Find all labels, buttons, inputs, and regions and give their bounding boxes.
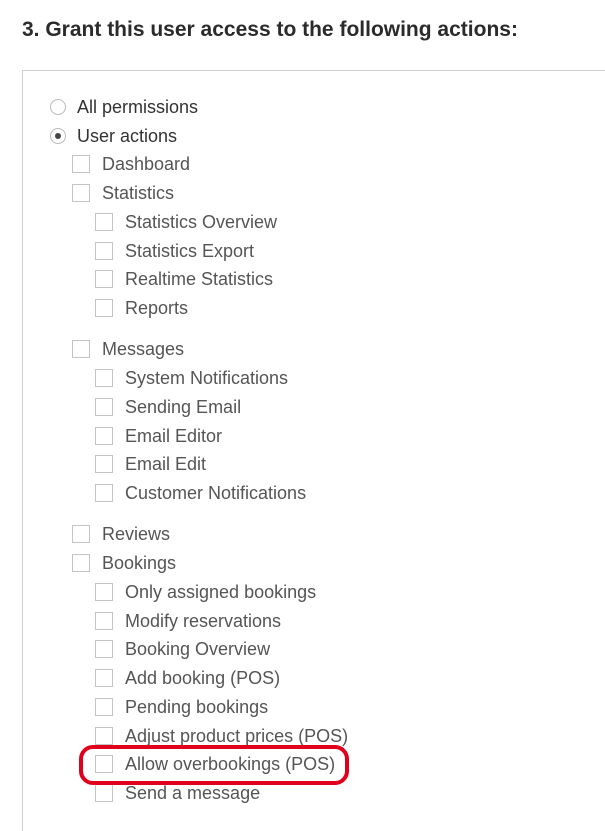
permission-label: Adjust product prices (POS) <box>125 725 349 746</box>
checkbox[interactable] <box>95 427 113 445</box>
permission-send-a-message[interactable]: Send a message <box>95 781 260 805</box>
permission-label: Sending Email <box>125 396 242 417</box>
permission-label: Send a message <box>125 782 261 803</box>
permission-statistics[interactable]: Statistics <box>72 181 174 205</box>
permission-label: Statistics Overview <box>125 211 278 232</box>
permission-pending-bookings[interactable]: Pending bookings <box>95 695 268 719</box>
permission-label: Dashboard <box>102 153 191 174</box>
checkbox[interactable] <box>95 698 113 716</box>
checkbox[interactable] <box>72 554 90 572</box>
checkbox[interactable] <box>72 155 90 173</box>
checkbox[interactable] <box>95 755 113 773</box>
checkbox[interactable] <box>95 612 113 630</box>
radio-label: User actions <box>77 125 178 146</box>
permission-label: Add booking (POS) <box>125 667 281 688</box>
checkbox[interactable] <box>72 184 90 202</box>
permission-reports[interactable]: Reports <box>95 296 188 320</box>
checkbox[interactable] <box>95 398 113 416</box>
permission-messages[interactable]: Messages <box>72 337 184 361</box>
permission-sending-email[interactable]: Sending Email <box>95 395 241 419</box>
checkbox[interactable] <box>95 484 113 502</box>
permission-label: Messages <box>102 338 185 359</box>
permission-bookings[interactable]: Bookings <box>72 551 176 575</box>
radio-button-icon[interactable] <box>50 99 66 115</box>
section-heading: 3. Grant this user access to the followi… <box>22 18 518 41</box>
permission-customer-notifications[interactable]: Customer Notifications <box>95 481 306 505</box>
checkbox[interactable] <box>95 369 113 387</box>
radio-all-permissions[interactable]: All permissions <box>50 95 198 119</box>
radio-dot <box>55 133 61 139</box>
permission-email-editor[interactable]: Email Editor <box>95 424 222 448</box>
permission-label: Pending bookings <box>125 696 269 717</box>
permission-email-edit[interactable]: Email Edit <box>95 452 206 476</box>
radio-label: All permissions <box>77 96 199 117</box>
permission-only-assigned-bookings[interactable]: Only assigned bookings <box>95 580 316 604</box>
permission-modify-reservations[interactable]: Modify reservations <box>95 609 281 633</box>
checkbox[interactable] <box>95 727 113 745</box>
permission-label: Customer Notifications <box>125 482 307 503</box>
permission-label: Statistics <box>102 182 175 203</box>
permission-booking-overview[interactable]: Booking Overview <box>95 637 270 661</box>
checkbox[interactable] <box>95 299 113 317</box>
checkbox[interactable] <box>95 213 113 231</box>
permission-label: Email Edit <box>125 453 207 474</box>
permission-label: Realtime Statistics <box>125 268 274 289</box>
permission-label: Only assigned bookings <box>125 581 317 602</box>
permission-dashboard[interactable]: Dashboard <box>72 152 190 176</box>
checkbox[interactable] <box>95 583 113 601</box>
permission-system-notifications[interactable]: System Notifications <box>95 366 288 390</box>
permission-label: Email Editor <box>125 425 223 446</box>
checkbox[interactable] <box>95 455 113 473</box>
permission-label: Allow overbookings (POS) <box>125 753 336 774</box>
checkbox[interactable] <box>95 640 113 658</box>
checkbox[interactable] <box>72 525 90 543</box>
permission-allow-overbookings-pos[interactable]: Allow overbookings (POS) <box>95 752 335 776</box>
radio-button-selected-icon[interactable] <box>50 128 66 144</box>
permission-reviews[interactable]: Reviews <box>72 522 170 546</box>
checkbox[interactable] <box>95 784 113 802</box>
permission-label: System Notifications <box>125 367 289 388</box>
permission-label: Reports <box>125 297 189 318</box>
permission-statistics-overview[interactable]: Statistics Overview <box>95 210 277 234</box>
permission-add-booking-pos[interactable]: Add booking (POS) <box>95 666 280 690</box>
radio-user-actions[interactable]: User actions <box>50 124 177 148</box>
checkbox[interactable] <box>95 242 113 260</box>
permission-statistics-export[interactable]: Statistics Export <box>95 239 254 263</box>
checkbox[interactable] <box>95 669 113 687</box>
permission-realtime-statistics[interactable]: Realtime Statistics <box>95 267 273 291</box>
permission-label: Modify reservations <box>125 610 282 631</box>
permission-label: Reviews <box>102 523 171 544</box>
permission-label: Booking Overview <box>125 638 271 659</box>
permission-adjust-product-prices-pos[interactable]: Adjust product prices (POS) <box>95 724 348 748</box>
checkbox[interactable] <box>72 340 90 358</box>
permission-label: Bookings <box>102 552 177 573</box>
permission-label: Statistics Export <box>125 240 255 261</box>
checkbox[interactable] <box>95 270 113 288</box>
